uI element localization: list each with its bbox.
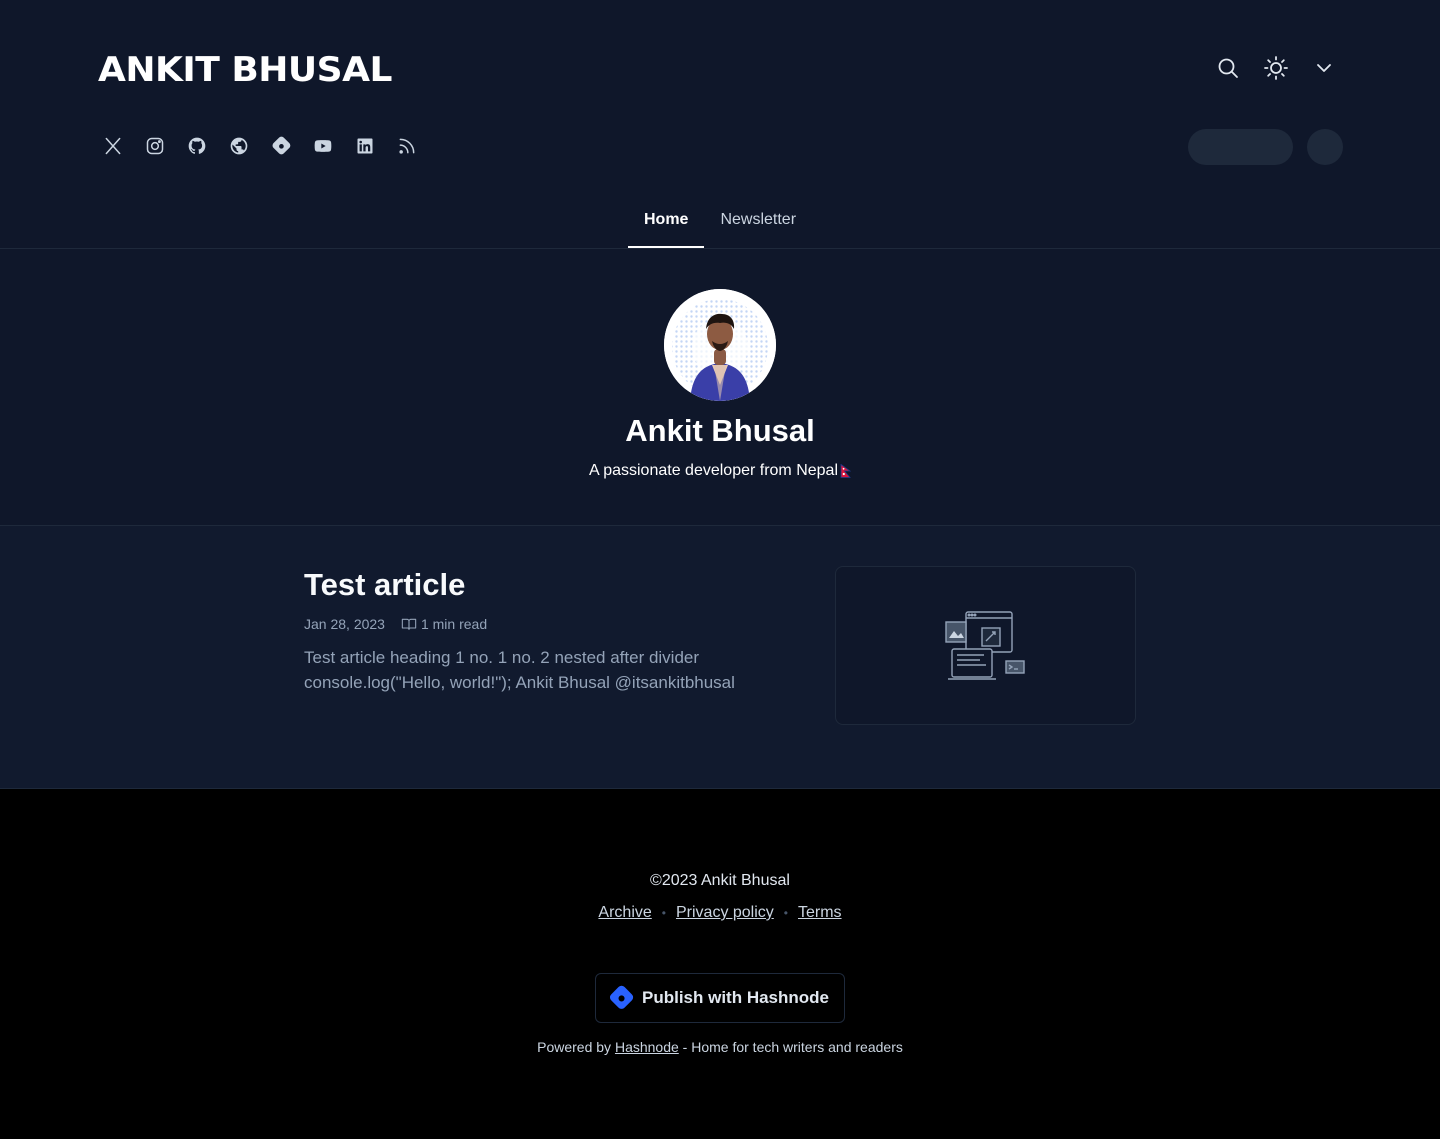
search-button[interactable] xyxy=(1208,44,1248,92)
search-icon xyxy=(1218,58,1238,78)
author-bio: A passionate developer from Nepal xyxy=(0,459,1440,483)
footer-separator: • xyxy=(783,906,788,920)
blog-header: ANKIT BHUSAL Home Newsletter xyxy=(0,0,1440,249)
x-link[interactable] xyxy=(93,126,133,166)
sun-icon xyxy=(1264,56,1288,80)
hashnode-logo-icon xyxy=(609,985,634,1009)
instagram-icon xyxy=(146,137,164,155)
powered-prefix: Powered by xyxy=(537,1039,612,1055)
blog-nav-tabs: Home Newsletter xyxy=(0,198,1440,248)
post-date: Jan 28, 2023 xyxy=(304,616,385,632)
cover-placeholder-icon xyxy=(944,610,1025,680)
header-actions xyxy=(1208,44,1344,92)
publish-label: Publish with Hashnode xyxy=(642,988,830,1007)
blog-logo[interactable]: ANKIT BHUSAL xyxy=(98,50,392,90)
website-link[interactable] xyxy=(219,126,259,166)
footer-separator: • xyxy=(661,906,666,920)
archive-link[interactable]: Archive xyxy=(598,901,651,925)
author-profile: Ankit Bhusal A passionate developer from… xyxy=(0,249,1440,526)
instagram-link[interactable] xyxy=(135,126,175,166)
tab-home[interactable]: Home xyxy=(627,198,705,248)
powered-suffix: - Home for tech writers and readers xyxy=(682,1039,903,1055)
post-excerpt: Test article heading 1 no. 1 no. 2 neste… xyxy=(304,648,735,692)
publish-with-hashnode-button[interactable]: Publish with Hashnode xyxy=(595,973,845,1023)
loading-placeholder-avatar xyxy=(1307,129,1343,165)
post-read-time: 1 min read xyxy=(420,616,488,632)
blog-footer: ©2023 Ankit Bhusal Archive • Privacy pol… xyxy=(0,789,1440,1139)
author-name: Ankit Bhusal xyxy=(625,413,815,448)
globe-icon xyxy=(230,137,248,155)
copyright-text: ©2023 Ankit Bhusal xyxy=(650,872,790,889)
hashnode-link[interactable] xyxy=(261,126,301,166)
linkedin-link[interactable] xyxy=(345,126,385,166)
terms-link[interactable]: Terms xyxy=(798,901,842,925)
x-icon xyxy=(105,137,121,155)
theme-toggle-button[interactable] xyxy=(1256,44,1296,92)
privacy-policy-link[interactable]: Privacy policy xyxy=(676,901,774,925)
author-bio-text: A passionate developer from Nepal xyxy=(588,462,839,479)
youtube-link[interactable] xyxy=(303,126,343,166)
post-card: Test article Jan 28, 2023 1 min read Tes… xyxy=(304,566,1136,725)
book-open-icon xyxy=(401,618,417,630)
post-cover-placeholder[interactable] xyxy=(835,566,1136,725)
tab-home-label: Home xyxy=(643,211,689,228)
chevron-down-icon xyxy=(1317,64,1331,72)
author-avatar[interactable] xyxy=(664,289,776,401)
hashnode-link[interactable]: Hashnode xyxy=(615,1039,679,1055)
hashnode-icon xyxy=(272,136,291,155)
youtube-icon xyxy=(314,140,332,152)
github-icon xyxy=(188,137,206,154)
tab-newsletter[interactable]: Newsletter xyxy=(704,198,812,248)
author-photo xyxy=(664,289,776,401)
rss-link[interactable] xyxy=(387,126,427,166)
linkedin-icon xyxy=(357,138,373,154)
powered-by: Powered by Hashnode - Home for tech writ… xyxy=(0,1037,1440,1057)
footer-links: Archive • Privacy policy • Terms xyxy=(0,901,1440,925)
tab-newsletter-label: Newsletter xyxy=(720,211,797,228)
rss-icon xyxy=(399,138,415,154)
post-meta: Jan 28, 2023 1 min read xyxy=(304,614,487,634)
social-links xyxy=(93,126,427,166)
menu-dropdown-button[interactable] xyxy=(1304,44,1344,92)
loading-placeholder-button xyxy=(1188,129,1293,165)
github-link[interactable] xyxy=(177,126,217,166)
post-title[interactable]: Test article xyxy=(304,566,465,604)
post-feed: Test article Jan 28, 2023 1 min read Tes… xyxy=(0,526,1440,789)
nepal-flag-icon xyxy=(840,463,852,478)
